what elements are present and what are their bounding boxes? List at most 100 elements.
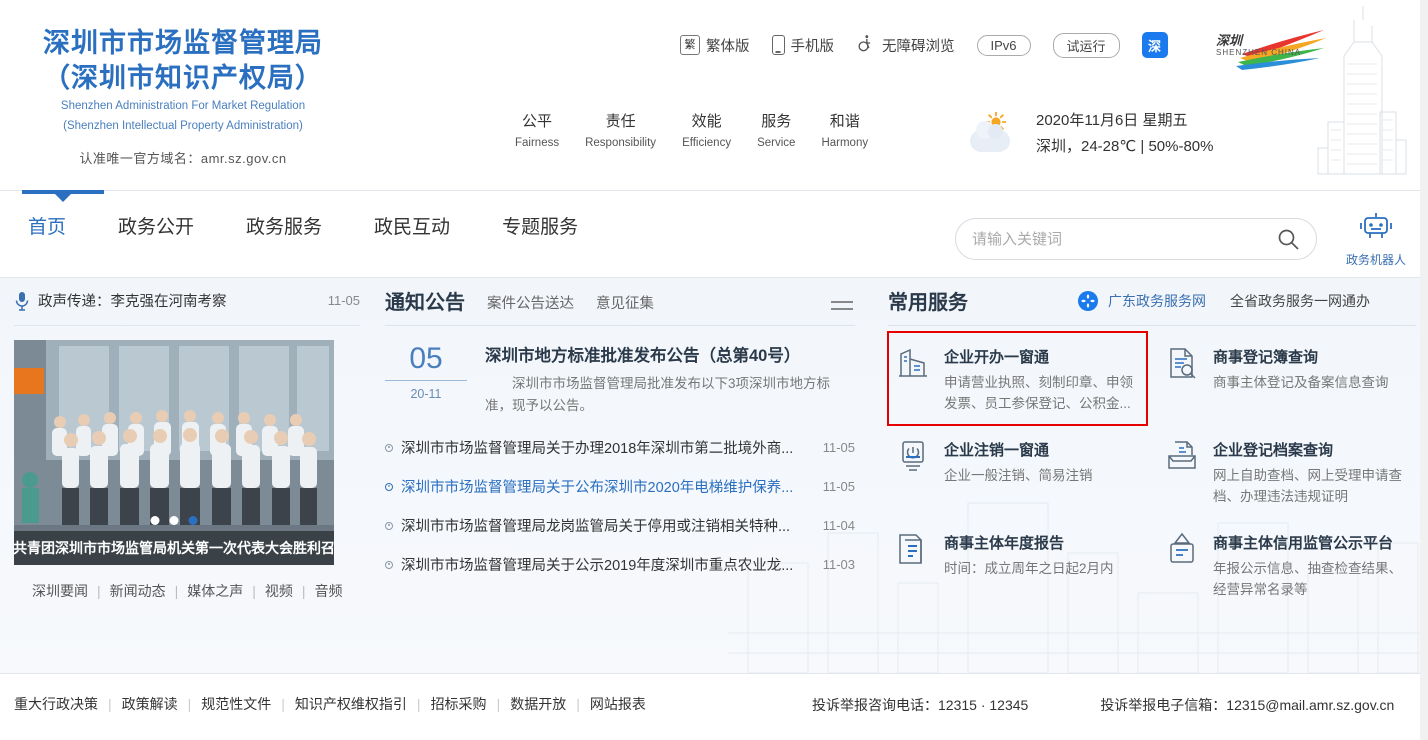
footer-links: 重大行政决策 | 政策解读 | 规范性文件 | 知识产权维权指引 | 招标采购 … [14,694,646,714]
nav-item-home[interactable]: 首页 [28,212,66,243]
footer-link-policy-interpretation[interactable]: 政策解读 [122,694,178,714]
list-item[interactable]: 深圳市市场监督管理局关于公示2019年度深圳市重点农业龙... 11-03 [385,545,855,584]
trial-badge[interactable]: 试运行 [1053,33,1120,58]
value-cn: 效能 [682,110,731,131]
service-card-credit-platform[interactable]: 商事主体信用监管公示平台 年报公示信息、抽查检查结果、经营异常名录等 [1157,518,1416,611]
notice-date: 11-05 [823,479,855,494]
service-name: 企业开办一窗通 [944,346,1141,367]
nav-items: 首页 政务公开 政务服务 政民互动 专题服务 [28,212,578,243]
more-hamburger-icon[interactable] [831,301,853,315]
service-card-registry-query[interactable]: 商事登记簿查询 商事主体登记及备案信息查询 [1157,332,1416,425]
carousel-dot-2[interactable] [170,516,179,525]
search-input[interactable] [972,231,1276,248]
news-carousel[interactable]: 共青团深圳市市场监管局机关第一次代表大会胜利召 [14,340,334,565]
service-desc: 网上自助查档、网上受理申请查档、办理违法违规证明 [1213,466,1410,508]
traditional-chinese-icon: 繁 [680,35,700,55]
service-card-business-startup[interactable]: 企业开办一窗通 申请营业执照、刻制印章、申领发票、员工参保登记、公积金... [888,332,1147,425]
app-icon[interactable]: 深 [1142,32,1168,58]
footer-link-site-reports[interactable]: 网站报表 [590,694,646,714]
nav-item-government-services[interactable]: 政务服务 [246,212,322,243]
separator: | [417,696,421,712]
value-en: Service [757,137,795,149]
accessibility-link[interactable]: 无障碍浏览 [856,33,955,57]
nav-item-citizen-interaction[interactable]: 政民互动 [374,212,450,243]
logo-title-line1: 深圳市市场监督管理局 [18,26,348,61]
search-box[interactable] [955,218,1317,260]
mobile-version-link[interactable]: 手机版 [772,35,835,56]
value-cn: 服务 [757,110,795,131]
separator: | [576,696,580,712]
guangdong-service-link[interactable]: 广东政务服务网 [1108,291,1206,311]
carousel-dots[interactable] [151,516,198,525]
sub-link-news-updates[interactable]: 新闻动态 [110,581,166,601]
tab-case-announcements[interactable]: 案件公告送达 [487,292,574,315]
bullet-icon [385,522,393,530]
complaint-phone: 投诉举报咨询电话：12315 · 12345 [812,695,1028,715]
service-name: 商事登记簿查询 [1213,346,1389,367]
footer-link-ip-rights-guide[interactable]: 知识产权维权指引 [295,694,407,714]
service-card-annual-report[interactable]: 商事主体年度报告 时间：成立周年之日起2月内 [888,518,1147,611]
tab-notices[interactable]: 通知公告 [385,286,465,315]
value-en: Fairness [515,137,559,149]
carousel-dot-1[interactable] [151,516,160,525]
service-name: 商事主体年度报告 [944,532,1114,553]
separator: | [252,583,256,599]
service-desc: 申请营业执照、刻制印章、申领发票、员工参保登记、公积金... [944,373,1141,415]
ipv6-badge[interactable]: IPv6 [977,35,1031,56]
notice-list: 深圳市市场监督管理局关于办理2018年深圳市第二批境外商... 11-05 深圳… [385,428,855,584]
nav-item-government-affairs-disclosure[interactable]: 政务公开 [118,212,194,243]
shenzhen-china-logo: 深圳 SHENZHEN CHINA [1212,26,1330,76]
list-item[interactable]: 深圳市市场监督管理局龙岗监管局关于停用或注销相关特种... 11-04 [385,506,855,545]
featured-notice-title[interactable]: 深圳市地方标准批准发布公告（总第40号） [485,342,855,366]
sub-link-media-voice[interactable]: 媒体之声 [187,581,243,601]
featured-notice[interactable]: 05 20-11 深圳市地方标准批准发布公告（总第40号） 深圳市市场监督管理局… [385,342,855,416]
service-desc: 年报公示信息、抽查检查结果、经营异常名录等 [1213,559,1410,601]
service-card-archive-query[interactable]: 企业登记档案查询 网上自助查档、网上受理申请查档、办理违法违规证明 [1157,425,1416,518]
building-icon [896,346,930,380]
mobile-phone-icon [772,35,785,55]
bullet-icon [385,444,393,452]
footer-link-normative-documents[interactable]: 规范性文件 [201,694,271,714]
page-scrollbar[interactable] [1420,0,1428,740]
service-desc: 企业一般注销、简易注销 [944,466,1093,487]
service-desc: 商事主体登记及备案信息查询 [1213,373,1389,394]
tab-opinion-collection[interactable]: 意见征集 [596,292,654,315]
robot-assistant-button[interactable]: 政务机器人 [1344,210,1408,268]
value-fairness: 公平 Fairness [515,110,559,149]
weather-widget: 2020年11月6日 星期五 深圳，24-28℃ | 50%-80% [968,108,1213,161]
ticker-date: 11-05 [328,293,360,308]
list-item[interactable]: 深圳市市场监督管理局关于公布深圳市2020年电梯维护保养... 11-05 [385,467,855,506]
city-skyline-illustration [1314,4,1410,184]
carousel-caption: 共青团深圳市市场监管局机关第一次代表大会胜利召 [14,531,334,565]
nav-divider [0,190,1428,191]
complaint-email: 投诉举报电子信箱：12315@mail.amr.sz.gov.cn [1100,695,1394,715]
sub-link-video[interactable]: 视频 [265,581,293,601]
site-logo[interactable]: 深圳市市场监督管理局 （深圳市知识产权局） Shenzhen Administr… [18,26,348,167]
footer-link-bidding-procurement[interactable]: 招标采购 [431,694,487,714]
nav-item-special-services[interactable]: 专题服务 [502,212,578,243]
guangdong-service-icon [1078,291,1098,311]
sub-link-shenzhen-news[interactable]: 深圳要闻 [32,581,88,601]
service-card-business-cancellation[interactable]: 企业注销一窗通 企业一般注销、简易注销 [888,425,1147,518]
bullet-icon [385,561,393,569]
separator: | [175,583,179,599]
featured-day: 05 [385,342,467,375]
search-icon[interactable] [1276,227,1300,251]
separator: | [188,696,192,712]
sub-link-audio[interactable]: 音频 [315,581,343,601]
traditional-chinese-toggle[interactable]: 繁 繁体版 [680,35,750,56]
services-header: 常用服务 广东政务服务网 全省政务服务一网通办 [888,286,1416,326]
footer-link-open-data[interactable]: 数据开放 [510,694,566,714]
footer-link-major-decisions[interactable]: 重大行政决策 [14,694,98,714]
site-footer: 重大行政决策 | 政策解读 | 规范性文件 | 知识产权维权指引 | 招标采购 … [0,673,1428,740]
traditional-chinese-label: 繁体版 [706,35,750,56]
microphone-icon [14,291,30,311]
list-item[interactable]: 深圳市市场监督管理局关于办理2018年深圳市第二批境外商... 11-05 [385,428,855,467]
news-ticker[interactable]: 政声传递：李克强在河南考察 11-05 [14,286,360,326]
separator: | [97,583,101,599]
core-values-row: 公平 Fairness 责任 Responsibility 效能 Efficie… [515,110,868,149]
featured-notice-date: 05 20-11 [385,342,467,416]
service-card-text: 企业注销一窗通 企业一般注销、简易注销 [944,439,1093,508]
notice-title: 深圳市市场监督管理局龙岗监管局关于停用或注销相关特种... [401,515,815,536]
carousel-dot-3[interactable] [189,516,198,525]
